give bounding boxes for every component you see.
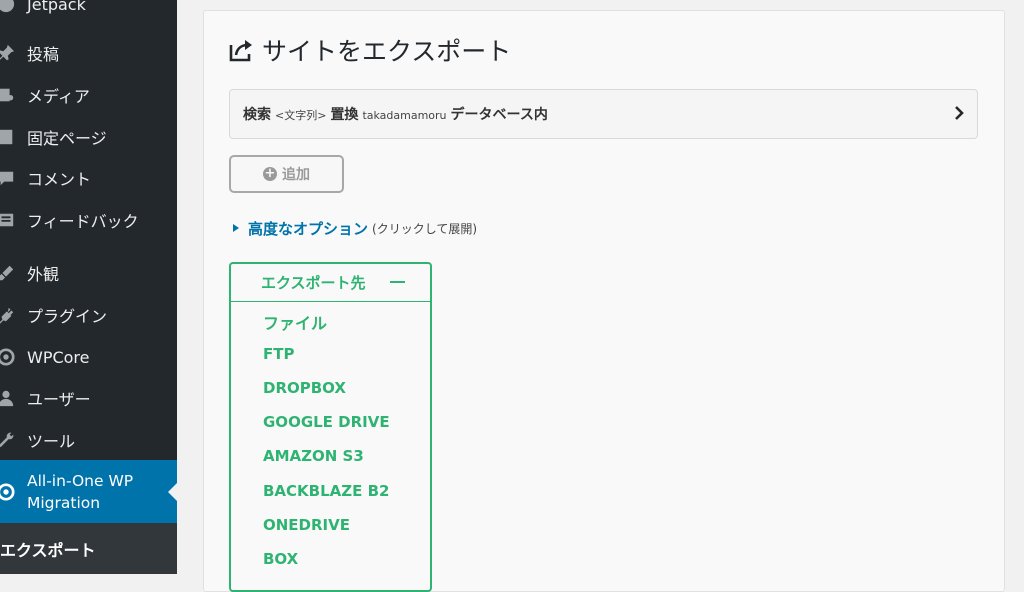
sidebar-item-label: 外観 [27, 265, 60, 284]
comment-icon [0, 168, 16, 188]
sidebar-item-label-line1: All-in-One WP [27, 472, 134, 490]
media-icon [0, 85, 16, 105]
export-option-ftp[interactable]: FTP [263, 345, 294, 363]
sidebar-item-label: Jetpack [27, 0, 86, 14]
minus-icon [390, 281, 405, 283]
sidebar-item-label: ユーザー [27, 390, 91, 409]
page-icon [0, 127, 16, 147]
sidebar-item-feedback[interactable]: フィードバック [0, 200, 177, 240]
sidebar-item-label: 固定ページ [27, 129, 107, 148]
sidebar-item-wpcore[interactable]: WPCore [0, 337, 177, 377]
sidebar-item-appearance[interactable]: 外観 [0, 253, 177, 293]
find-replace-summary: 検索 <文字列> 置換 takadamamoru データベース内 [243, 104, 548, 124]
sidebar-item-plugins[interactable]: プラグイン [0, 295, 177, 335]
sidebar-item-users[interactable]: ユーザー [0, 378, 177, 418]
export-option-onedrive[interactable]: ONEDRIVE [263, 516, 350, 534]
export-option-dropbox[interactable]: DROPBOX [263, 379, 346, 397]
advanced-options-hint: (クリックして展開) [372, 221, 478, 236]
chevron-right-icon [951, 105, 967, 121]
sidebar-item-label: All-in-One WP Migration [27, 470, 133, 514]
sidebar-item-label: フィードバック [27, 212, 139, 231]
plugin-icon [0, 305, 16, 325]
wrench-icon [0, 430, 16, 450]
sidebar-item-comments[interactable]: コメント [0, 158, 177, 198]
export-to-label: エクスポート先 [261, 274, 366, 292]
plus-circle-icon: + [263, 166, 277, 181]
export-option-amazon-s3[interactable]: AMAZON S3 [263, 447, 364, 465]
submenu-item-export[interactable]: エクスポート [0, 537, 96, 561]
export-to-header[interactable]: エクスポート先 [231, 264, 430, 302]
scope-label: データベース内 [450, 107, 548, 123]
brush-icon [0, 263, 16, 283]
sidebar-item-label: ツール [27, 432, 76, 451]
sidebar-item-media[interactable]: メディア [0, 75, 177, 115]
add-button[interactable]: + 追加 [229, 155, 344, 193]
sidebar-item-tools[interactable]: ツール [0, 420, 177, 460]
search-label: 検索 [243, 107, 271, 123]
sidebar-item-label: コメント [27, 170, 92, 189]
export-to-dropdown: エクスポート先 ファイル FTP DROPBOX GOOGLE DRIVE AM… [229, 262, 432, 592]
ai1wm-icon [0, 482, 16, 502]
feedback-icon [0, 210, 16, 230]
export-icon [228, 37, 254, 63]
sidebar-item-label: プラグイン [27, 307, 108, 326]
advanced-options: 高度なオプション (クリックして展開) [233, 218, 477, 238]
sidebar-item-label: 投稿 [27, 45, 60, 64]
jetpack-icon [0, 0, 16, 14]
sidebar-item-label: メディア [27, 87, 90, 106]
export-option-box[interactable]: BOX [263, 550, 298, 568]
user-icon [0, 388, 16, 408]
pin-icon [0, 43, 16, 63]
sidebar-item-all-in-one-wp-migration[interactable]: All-in-One WP Migration [0, 460, 177, 524]
replace-value: takadamamoru [362, 109, 447, 122]
page-title-text: サイトをエクスポート [262, 37, 512, 66]
admin-sidebar: Jetpack 投稿 メディア 固定ページ コメント フィードバック 外観 プラ… [0, 0, 177, 574]
replace-label: 置換 [330, 107, 359, 123]
page-title: サイトをエクスポート [228, 32, 511, 68]
wpcore-icon [0, 347, 16, 367]
export-option-google-drive[interactable]: GOOGLE DRIVE [263, 413, 390, 431]
add-button-label: 追加 [282, 167, 310, 183]
active-menu-arrow [168, 483, 177, 501]
export-option-backblaze-b2[interactable]: BACKBLAZE B2 [263, 482, 390, 500]
sidebar-item-pages[interactable]: 固定ページ [0, 117, 177, 157]
export-option-file[interactable]: ファイル [263, 310, 327, 334]
sidebar-submenu: エクスポート [0, 523, 177, 574]
sidebar-item-jetpack[interactable]: Jetpack [0, 0, 177, 24]
sidebar-item-posts[interactable]: 投稿 [0, 33, 177, 73]
sidebar-item-label: WPCore [27, 347, 90, 367]
sidebar-item-label-line2: Migration [27, 494, 101, 512]
caret-right-icon [233, 224, 239, 232]
search-value: <文字列> [275, 109, 327, 122]
find-replace-toggle[interactable]: 検索 <文字列> 置換 takadamamoru データベース内 [229, 89, 978, 139]
advanced-options-link[interactable]: 高度なオプション [248, 218, 368, 239]
